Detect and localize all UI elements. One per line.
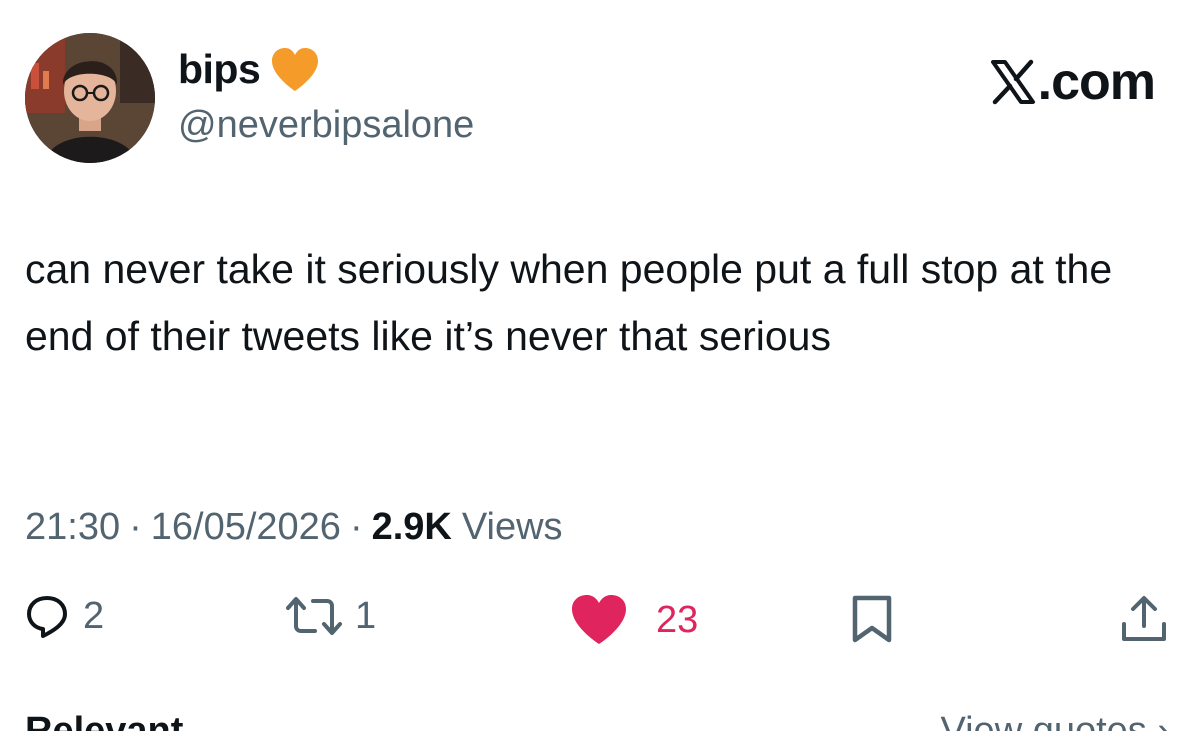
reply-icon	[27, 596, 67, 638]
views-label: Views	[461, 506, 563, 548]
share-icon	[1122, 596, 1166, 641]
reply-button[interactable]: 2	[25, 594, 104, 638]
like-count: 23	[656, 598, 699, 641]
retweet-count: 1	[355, 594, 377, 637]
reply-count: 2	[83, 594, 105, 637]
meta-separator: ·	[129, 506, 142, 548]
brand-watermark: .com	[990, 52, 1156, 112]
relevant-sort-label[interactable]: Relevant	[25, 710, 183, 731]
share-button[interactable]	[1120, 594, 1168, 644]
orange-heart-icon	[272, 47, 319, 91]
view-quotes-link[interactable]: View quotes ›	[940, 710, 1170, 731]
tweet-meta: 21:30 · 16/05/2026 · 2.9K Views	[25, 506, 563, 549]
heart-icon	[572, 595, 626, 644]
bookmark-icon	[852, 595, 892, 643]
brand-label: .com	[1037, 53, 1156, 111]
avatar-image	[25, 33, 155, 163]
views-count: 2.9K	[371, 506, 452, 548]
author-handle[interactable]: @neverbipsalone	[178, 104, 474, 147]
bookmark-button[interactable]	[850, 594, 894, 644]
avatar[interactable]	[25, 33, 155, 163]
like-button[interactable]: 23	[570, 594, 698, 646]
tweet-footer: Relevant View quotes ›	[25, 710, 1170, 731]
meta-separator: ·	[349, 506, 363, 548]
author-name-row: bips	[178, 46, 320, 93]
display-name[interactable]: bips	[178, 46, 261, 93]
tweet-time[interactable]: 21:30	[25, 506, 120, 549]
tweet-date[interactable]: 16/05/2026	[151, 506, 341, 549]
x-logo-icon	[990, 59, 1035, 105]
retweet-icon	[286, 597, 342, 635]
tweet-text: can never take it seriously when people …	[25, 246, 1113, 359]
retweet-button[interactable]: 1	[285, 594, 376, 638]
tweet-card: bips @neverbipsalone .com can never take…	[0, 0, 1200, 731]
